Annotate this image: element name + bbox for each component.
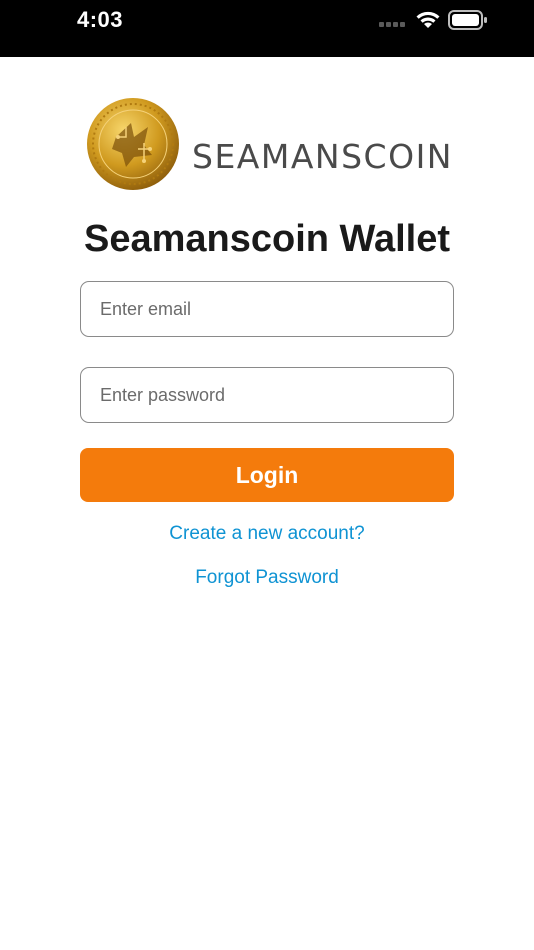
email-field-container <box>80 281 454 337</box>
battery-icon <box>448 10 487 30</box>
password-field-container <box>80 367 454 423</box>
brand-logo: SEAMANSCOIN <box>86 97 456 193</box>
login-button[interactable]: Login <box>80 448 454 502</box>
email-field[interactable] <box>81 282 453 336</box>
status-bar: 4:03 <box>0 0 534 57</box>
cellular-signal-icon <box>379 22 405 27</box>
wifi-icon <box>416 11 440 28</box>
page-title: Seamanscoin Wallet <box>83 218 451 260</box>
create-account-link[interactable]: Create a new account? <box>0 523 534 545</box>
status-time: 4:03 <box>77 7 124 32</box>
coin-logo-icon <box>87 98 179 190</box>
password-field[interactable] <box>81 368 453 422</box>
forgot-password-link[interactable]: Forgot Password <box>0 567 534 589</box>
brand-wordmark: SEAMANSCOIN <box>192 137 453 176</box>
